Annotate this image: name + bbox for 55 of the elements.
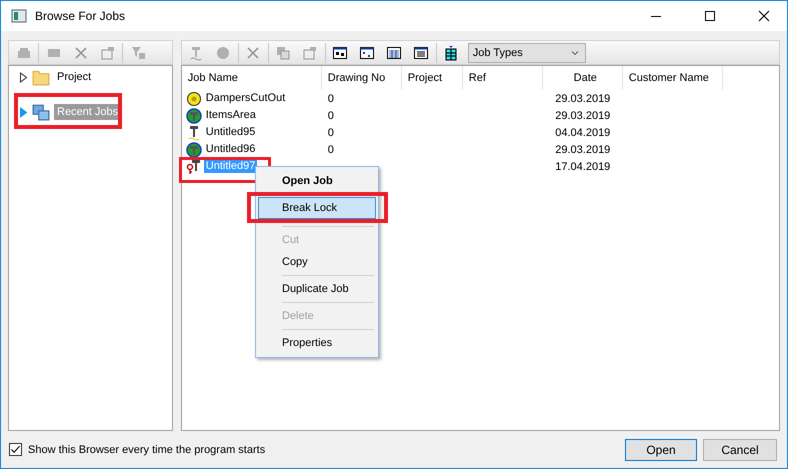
checkbox-label: Show this Browser every time the program starts <box>28 444 266 456</box>
clipboard-icon <box>302 44 318 60</box>
job-types-dropdown[interactable]: Job Types <box>468 42 586 62</box>
globe-icon <box>186 142 202 158</box>
menu-item[interactable]: Break Lock <box>258 197 376 219</box>
filter-icon <box>130 44 146 60</box>
table-cell: 29.03.2019 <box>555 92 610 104</box>
job-name[interactable]: Untitled96 <box>204 143 258 156</box>
table-cell: 29.03.2019 <box>555 144 610 156</box>
delete-icon <box>72 44 88 60</box>
delete-icon <box>245 44 262 60</box>
checkbox[interactable] <box>9 443 22 456</box>
column-header[interactable]: Project <box>402 66 463 90</box>
table-icon <box>443 44 460 60</box>
small-icons-view-icon <box>359 44 376 60</box>
menu-item[interactable]: Duplicate Job <box>258 278 376 300</box>
details-view-icon <box>413 44 430 60</box>
folder-icon <box>32 68 50 86</box>
table-cell: 0 <box>328 144 334 156</box>
circle-icon <box>215 44 232 60</box>
job-name[interactable]: DampersCutOut <box>204 92 288 105</box>
menu-item[interactable]: Properties <box>258 332 376 354</box>
column-header[interactable]: Drawing No <box>322 66 402 90</box>
table-cell: 29.03.2019 <box>555 110 610 122</box>
column-header[interactable]: Customer Name <box>622 66 723 90</box>
table-cell: 0 <box>328 92 334 104</box>
key-tool-icon <box>186 158 202 174</box>
close-icon <box>756 8 772 24</box>
job-name[interactable]: ItemsArea <box>204 109 258 122</box>
globe-icon <box>186 108 202 124</box>
column-header[interactable]: Date <box>542 66 623 90</box>
menu-item[interactable]: Open Job <box>258 170 376 192</box>
open-button[interactable]: Open <box>625 438 697 460</box>
expand-arrow-icon[interactable] <box>19 72 28 82</box>
clipboard-icon <box>100 44 116 60</box>
tool-icon <box>188 44 204 60</box>
menu-item[interactable]: Copy <box>258 251 376 273</box>
table-cell: 0 <box>328 110 334 122</box>
job-name[interactable]: Untitled95 <box>204 126 258 139</box>
table-cell: 17.04.2019 <box>555 160 610 172</box>
window-title: Browse For Jobs <box>35 9 126 23</box>
copy-icon <box>275 44 292 60</box>
table-cell: 04.04.2019 <box>555 126 610 138</box>
column-header[interactable]: Ref <box>462 66 543 90</box>
maximize-icon <box>702 8 718 24</box>
checkmark-icon <box>10 444 21 455</box>
table-cell: 0 <box>328 126 334 138</box>
cancel-button[interactable]: Cancel <box>703 438 777 460</box>
list-view-icon <box>386 44 402 60</box>
coin-icon <box>186 90 202 106</box>
column-header[interactable]: Job Name <box>182 66 322 90</box>
tree-item[interactable]: Project <box>54 69 94 85</box>
recent-jobs-icon <box>32 103 50 121</box>
large-icons-view-icon <box>332 44 348 60</box>
window-icon <box>11 8 27 24</box>
